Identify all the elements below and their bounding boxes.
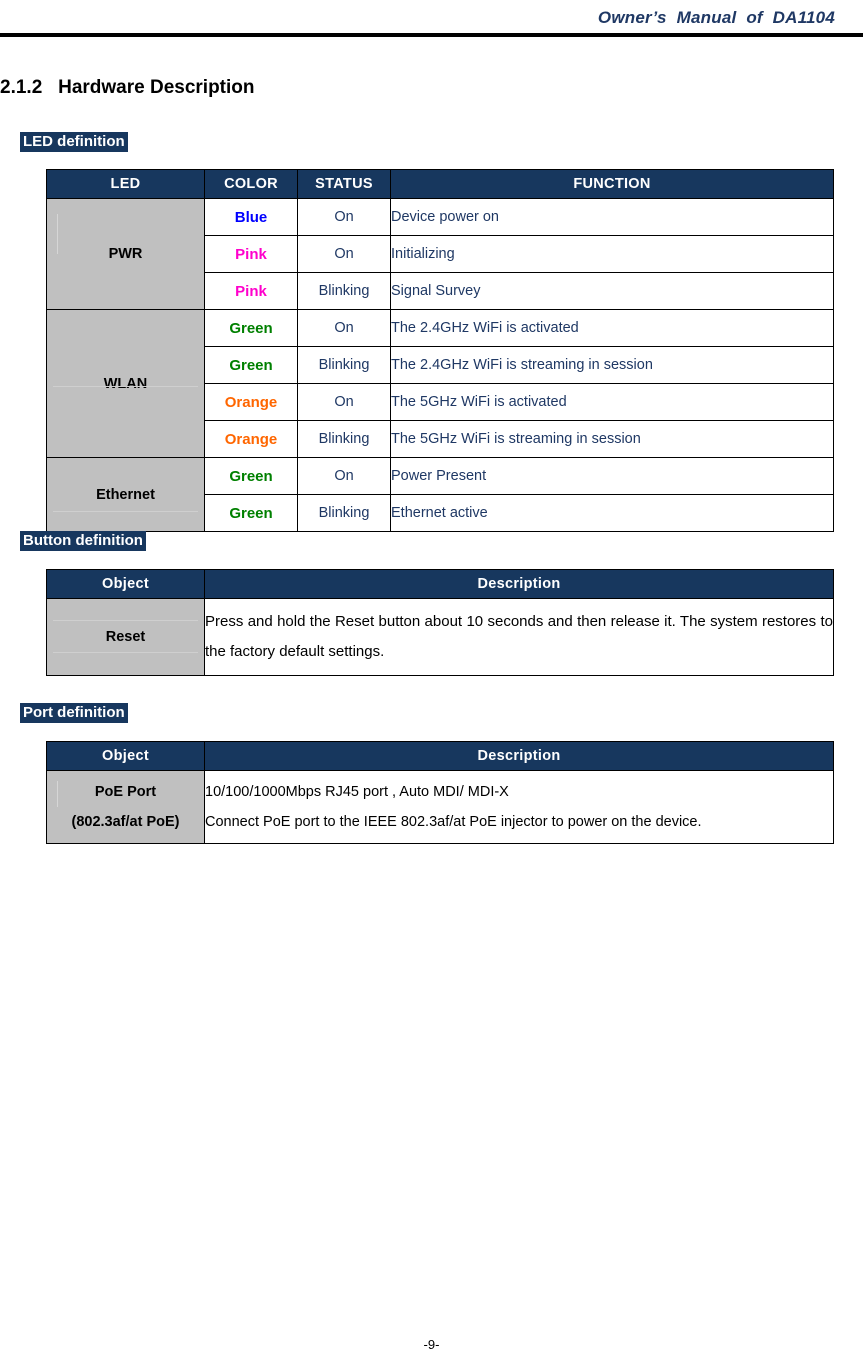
led-group-label: PWR xyxy=(108,246,143,262)
scan-artifact xyxy=(53,510,198,512)
led-group-label: WLAN xyxy=(103,375,148,392)
page-title: 2.1.2 Hardware Description xyxy=(0,77,255,98)
page-number: -9- xyxy=(423,1337,440,1352)
led-function: Signal Survey xyxy=(390,272,834,310)
column-header-description: Description xyxy=(204,741,834,771)
button-object-label: Reset xyxy=(105,629,146,645)
led-group-ethernet: Ethernet xyxy=(46,457,205,532)
port-description-line1: 10/100/1000Mbps RJ45 port , Auto MDI/ MD… xyxy=(205,784,509,800)
port-object-poe: PoE Port (802.3af/at PoE) xyxy=(46,770,205,844)
led-color: Pink xyxy=(204,235,298,273)
button-definition-table: Object Description Reset Press and hold … xyxy=(46,569,834,676)
led-function: Power Present xyxy=(390,457,834,495)
button-object-reset: Reset xyxy=(46,598,205,676)
led-group-pwr: PWR xyxy=(46,198,205,310)
led-group-wlan: WLAN xyxy=(46,309,205,458)
button-definition-label: Button definition xyxy=(20,531,146,551)
led-color: Blue xyxy=(204,198,298,236)
scan-artifact xyxy=(57,781,58,807)
led-function: Ethernet active xyxy=(390,494,834,532)
manual-title: Owner’s Manual of DA1104 xyxy=(597,8,835,27)
page-footer: -9- xyxy=(0,1337,863,1352)
column-header-object: Object xyxy=(46,741,205,771)
button-description-text: Press and hold the Reset button about 10… xyxy=(205,613,833,660)
led-function: The 2.4GHz WiFi is activated xyxy=(390,309,834,347)
led-color: Green xyxy=(204,309,298,347)
scan-artifact xyxy=(57,214,58,254)
led-color: Pink xyxy=(204,272,298,310)
led-status: Blinking xyxy=(297,272,391,310)
led-function: The 5GHz WiFi is activated xyxy=(390,383,834,421)
led-color: Green xyxy=(204,494,298,532)
led-status: On xyxy=(297,457,391,495)
led-status: Blinking xyxy=(297,346,391,384)
led-function: The 5GHz WiFi is streaming in session xyxy=(390,420,834,458)
table-header-row: Object Description xyxy=(46,741,834,771)
led-status: Blinking xyxy=(297,420,391,458)
column-header-status: STATUS xyxy=(297,169,391,199)
led-status: On xyxy=(297,309,391,347)
led-function: Initializing xyxy=(390,235,834,273)
port-description-line2: Connect PoE port to the IEEE 802.3af/at … xyxy=(205,814,702,830)
header-divider xyxy=(0,33,863,37)
led-color: Orange xyxy=(204,420,298,458)
document-header: Owner’s Manual of DA1104 xyxy=(0,0,863,34)
led-function: The 2.4GHz WiFi is streaming in session xyxy=(390,346,834,384)
column-header-color: COLOR xyxy=(204,169,298,199)
led-function: Device power on xyxy=(390,198,834,236)
table-header-row: LED COLOR STATUS FUNCTION xyxy=(46,169,834,199)
led-color: Green xyxy=(204,457,298,495)
table-row: WLAN Green On The 2.4GHz WiFi is activat… xyxy=(46,309,834,458)
column-header-function: FUNCTION xyxy=(390,169,834,199)
port-definition-label: Port definition xyxy=(20,703,128,723)
table-row: Ethernet Green On Power Present xyxy=(46,457,834,532)
led-definition-table: LED COLOR STATUS FUNCTION PWR Blue On De… xyxy=(46,169,834,532)
scan-artifact xyxy=(53,386,198,388)
led-status: On xyxy=(297,383,391,421)
led-definition-label: LED definition xyxy=(20,132,128,152)
button-description: Press and hold the Reset button about 10… xyxy=(204,598,834,676)
port-object-line1: PoE Port xyxy=(94,784,157,800)
table-row: Reset Press and hold the Reset button ab… xyxy=(46,598,834,676)
led-group-label: Ethernet xyxy=(96,486,155,503)
table-row: PoE Port (802.3af/at PoE) 10/100/1000Mbp… xyxy=(46,770,834,844)
port-description: 10/100/1000Mbps RJ45 port , Auto MDI/ MD… xyxy=(204,770,834,844)
column-header-description: Description xyxy=(204,569,834,599)
scan-artifact xyxy=(53,620,198,622)
document-page: Owner’s Manual of DA1104 2.1.2 Hardware … xyxy=(0,0,863,1367)
column-header-object: Object xyxy=(46,569,205,599)
port-definition-table: Object Description PoE Port (802.3af/at … xyxy=(46,741,834,844)
port-object-line2: (802.3af/at PoE) xyxy=(71,814,180,830)
table-header-row: Object Description xyxy=(46,569,834,599)
led-status: On xyxy=(297,198,391,236)
table-row: PWR Blue On Device power on xyxy=(46,198,834,310)
led-color: Green xyxy=(204,346,298,384)
led-status: On xyxy=(297,235,391,273)
led-color: Orange xyxy=(204,383,298,421)
led-status: Blinking xyxy=(297,494,391,532)
scan-artifact xyxy=(53,652,198,654)
column-header-led: LED xyxy=(46,169,205,199)
